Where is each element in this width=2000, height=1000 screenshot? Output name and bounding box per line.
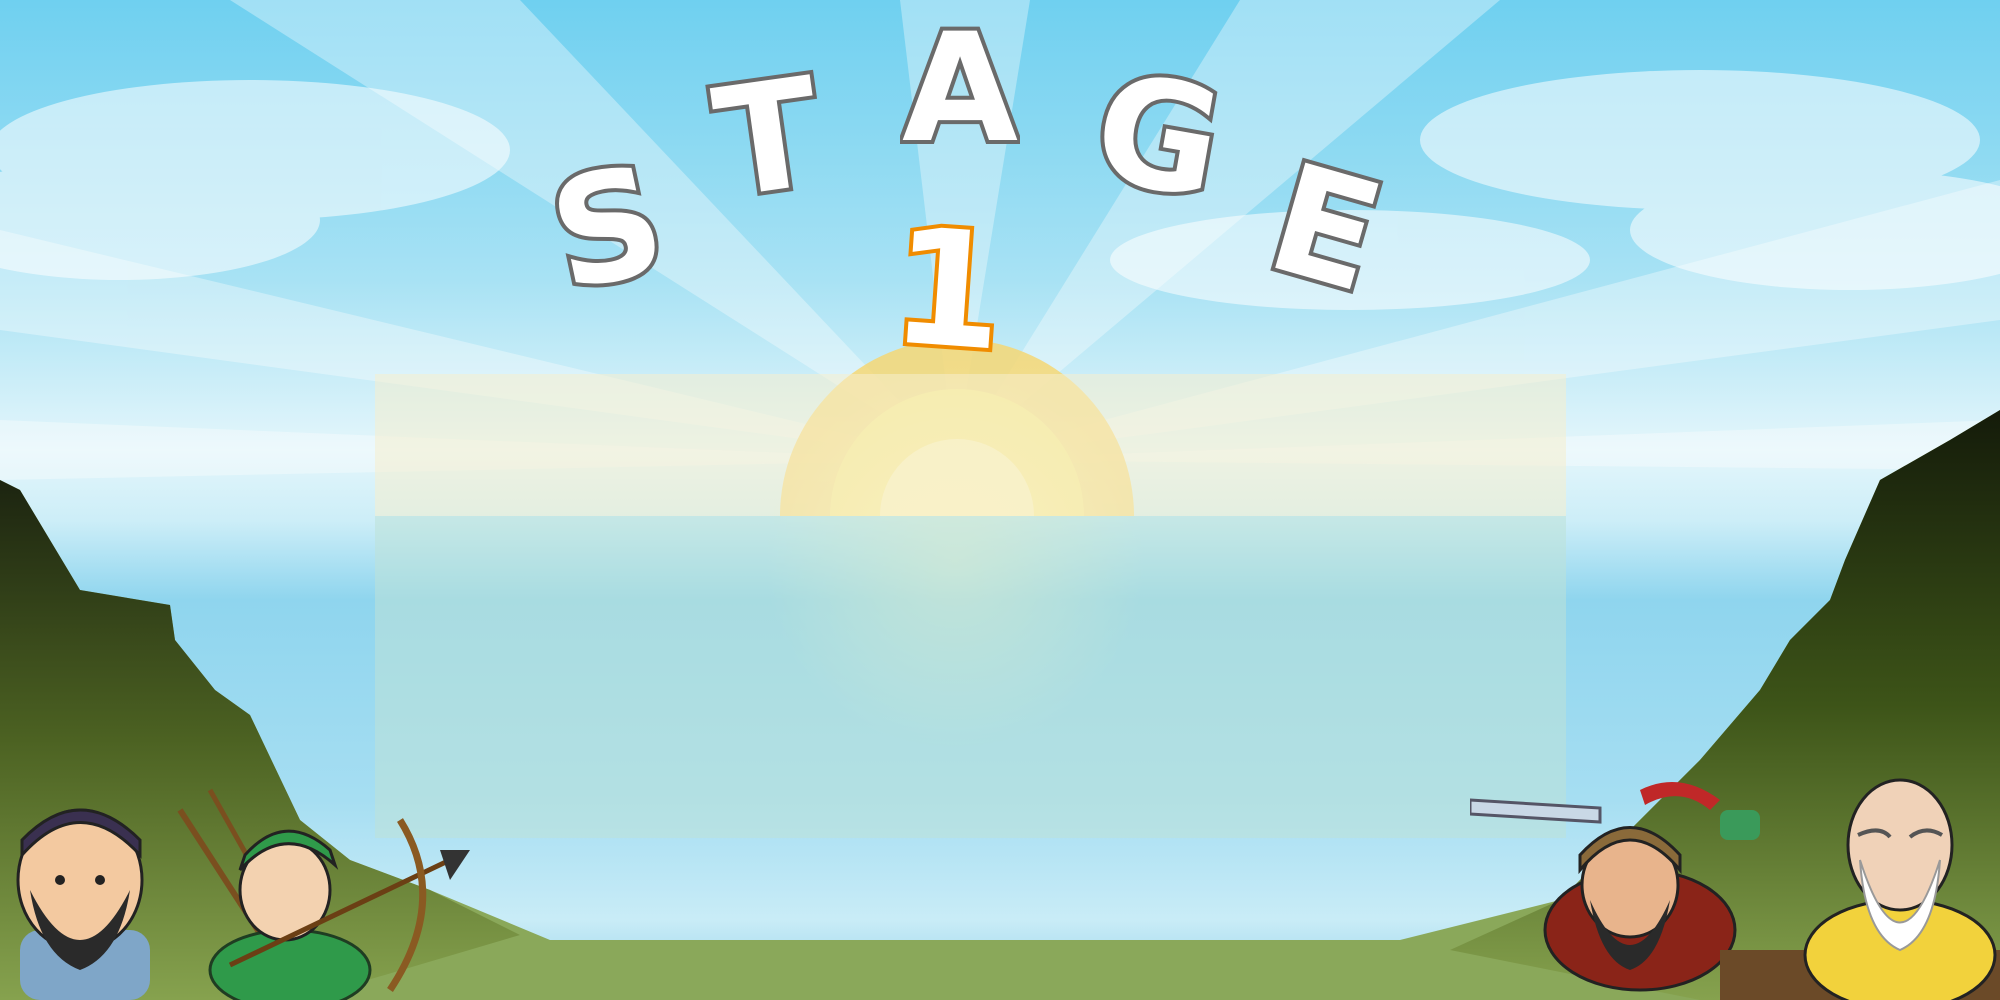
archer-character [177,788,470,1000]
title-letter-t: T [701,62,835,217]
title-letter-t-text: T [705,62,831,217]
bearded-general-character [16,808,150,1000]
title-letter-a: A [900,20,1020,160]
stage-number-text: 1 [888,206,1008,363]
game-stage-screen: S T A G E 1 [0,0,2000,1000]
title-letter-g: G [1087,59,1229,218]
title-letter-s-text: S [537,149,679,311]
stage-number: 1 [888,206,1008,363]
title-letter-g-text: G [1087,59,1229,218]
old-strategist-character [1720,778,2000,1000]
title-letter-a-text: A [902,20,1018,160]
